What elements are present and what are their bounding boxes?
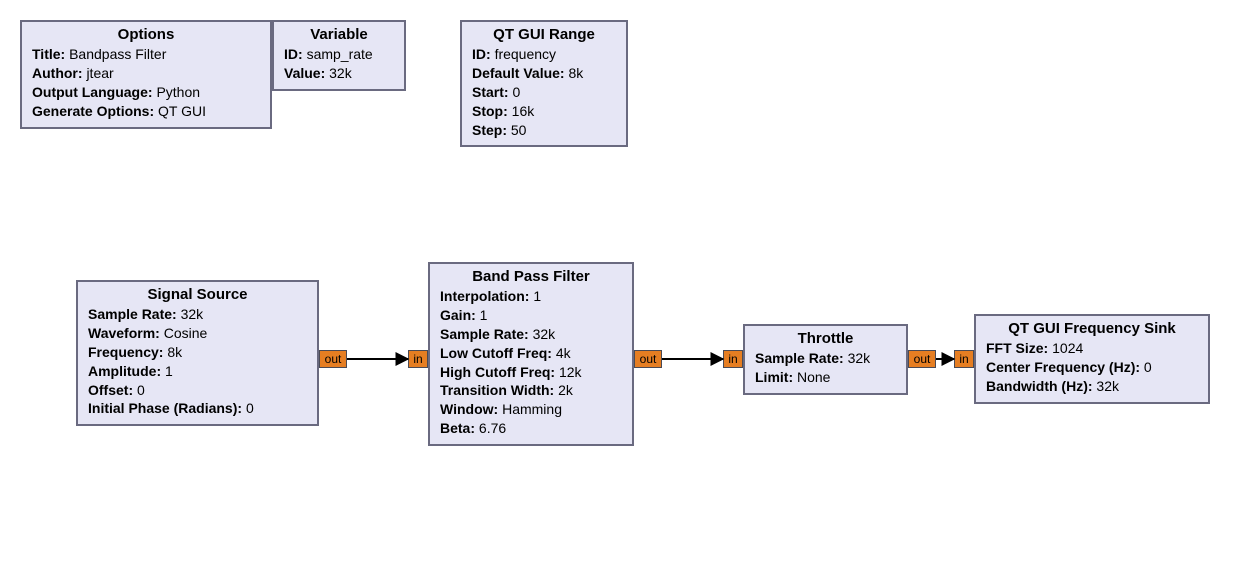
block-title: Throttle bbox=[755, 330, 896, 347]
block-field: FFT Size: 1024 bbox=[986, 339, 1198, 358]
port-out[interactable]: out bbox=[908, 350, 936, 368]
block-field: Value: 32k bbox=[284, 64, 394, 83]
block-title: QT GUI Range bbox=[472, 26, 616, 43]
block-field: Sample Rate: 32k bbox=[440, 325, 622, 344]
block-field: Title: Bandpass Filter bbox=[32, 45, 260, 64]
block-qt-gui-frequency-sink[interactable]: QT GUI Frequency Sink FFT Size: 1024 Cen… bbox=[974, 314, 1210, 404]
block-field: Offset: 0 bbox=[88, 381, 307, 400]
block-field: Sample Rate: 32k bbox=[755, 349, 896, 368]
block-field: High Cutoff Freq: 12k bbox=[440, 363, 622, 382]
block-title: Options bbox=[32, 26, 260, 43]
block-field: Generate Options: QT GUI bbox=[32, 102, 260, 121]
block-title: QT GUI Frequency Sink bbox=[986, 320, 1198, 337]
flowgraph-canvas[interactable]: Options Title: Bandpass Filter Author: j… bbox=[0, 0, 1256, 563]
block-field: Default Value: 8k bbox=[472, 64, 616, 83]
port-out[interactable]: out bbox=[319, 350, 347, 368]
block-field: Center Frequency (Hz): 0 bbox=[986, 358, 1198, 377]
block-band-pass-filter[interactable]: Band Pass Filter Interpolation: 1 Gain: … bbox=[428, 262, 634, 446]
block-field: Step: 50 bbox=[472, 121, 616, 140]
block-qt-gui-range[interactable]: QT GUI Range ID: frequency Default Value… bbox=[460, 20, 628, 147]
block-field: Transition Width: 2k bbox=[440, 381, 622, 400]
block-field: Waveform: Cosine bbox=[88, 324, 307, 343]
block-field: Start: 0 bbox=[472, 83, 616, 102]
block-field: Low Cutoff Freq: 4k bbox=[440, 344, 622, 363]
block-field: Stop: 16k bbox=[472, 102, 616, 121]
block-variable[interactable]: Variable ID: samp_rate Value: 32k bbox=[272, 20, 406, 91]
block-field: Gain: 1 bbox=[440, 306, 622, 325]
port-in[interactable]: in bbox=[954, 350, 974, 368]
block-field: Window: Hamming bbox=[440, 400, 622, 419]
block-field: Bandwidth (Hz): 32k bbox=[986, 377, 1198, 396]
block-title: Signal Source bbox=[88, 286, 307, 303]
block-field: Beta: 6.76 bbox=[440, 419, 622, 438]
port-in[interactable]: in bbox=[408, 350, 428, 368]
block-field: ID: samp_rate bbox=[284, 45, 394, 64]
block-options[interactable]: Options Title: Bandpass Filter Author: j… bbox=[20, 20, 272, 129]
block-field: ID: frequency bbox=[472, 45, 616, 64]
block-field: Amplitude: 1 bbox=[88, 362, 307, 381]
block-field: Initial Phase (Radians): 0 bbox=[88, 399, 307, 418]
block-field: Interpolation: 1 bbox=[440, 287, 622, 306]
block-field: Limit: None bbox=[755, 368, 896, 387]
block-field: Output Language: Python bbox=[32, 83, 260, 102]
block-throttle[interactable]: Throttle Sample Rate: 32k Limit: None bbox=[743, 324, 908, 395]
block-title: Band Pass Filter bbox=[440, 268, 622, 285]
port-out[interactable]: out bbox=[634, 350, 662, 368]
block-signal-source[interactable]: Signal Source Sample Rate: 32k Waveform:… bbox=[76, 280, 319, 426]
block-field: Sample Rate: 32k bbox=[88, 305, 307, 324]
block-field: Frequency: 8k bbox=[88, 343, 307, 362]
block-title: Variable bbox=[284, 26, 394, 43]
port-in[interactable]: in bbox=[723, 350, 743, 368]
block-field: Author: jtear bbox=[32, 64, 260, 83]
